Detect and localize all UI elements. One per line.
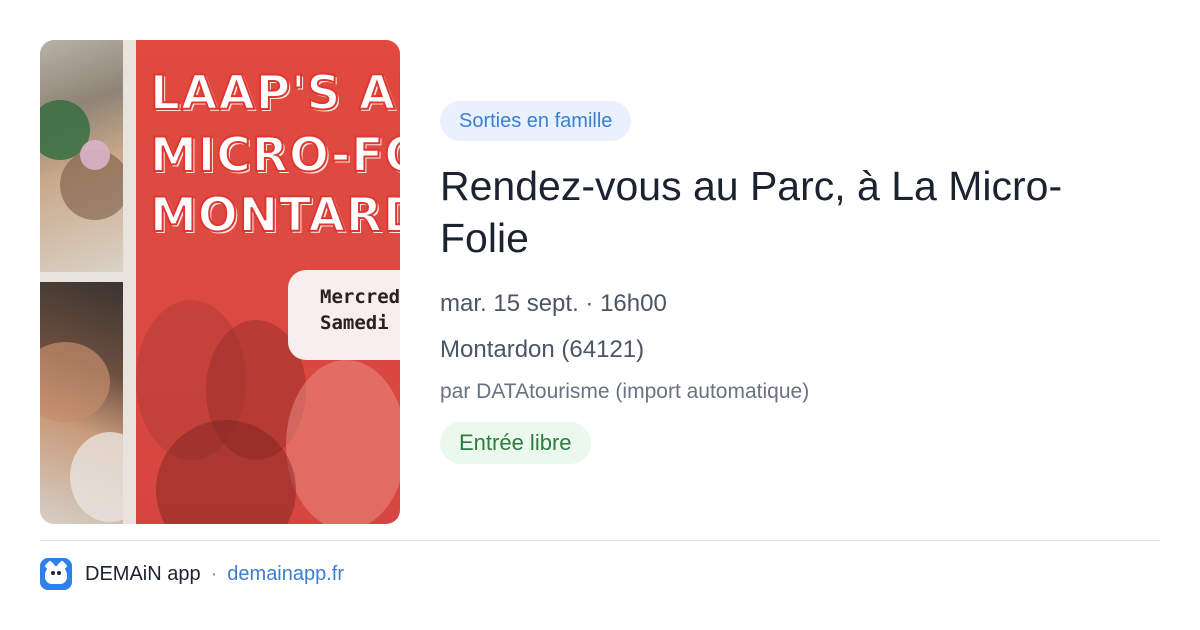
app-url-link[interactable]: demainapp.fr (227, 563, 344, 586)
event-source: par DATAtourisme (import automatique) (440, 380, 810, 403)
photo-strip-top (40, 40, 123, 272)
event-image[interactable]: LAAP'S ART MICRO-FOL MONTARDO Mercred Sa… (40, 40, 400, 524)
category-tag[interactable]: Sorties en famille (440, 101, 632, 141)
event-date: mar. 15 sept. · 16h00 (440, 290, 667, 317)
poster-band-line-1: Mercred (320, 286, 400, 308)
cat-logo-icon (40, 558, 72, 590)
footer: DEMAiN app · demainapp.fr (40, 558, 344, 590)
event-title[interactable]: Rendez-vous au Parc, à La Micro-Folie (440, 160, 1140, 264)
footer-divider (40, 540, 1160, 541)
event-poster: LAAP'S ART MICRO-FOL MONTARDO Mercred Sa… (136, 40, 400, 524)
poster-line-1: LAAP'S ART (149, 66, 400, 121)
footer-separator: · (210, 562, 218, 585)
poster-band-line-2: Samedi S (320, 312, 400, 334)
event-location: Montardon (64121) (440, 336, 645, 363)
photo-strip-bottom (40, 282, 123, 524)
price-badge: Entrée libre (440, 422, 591, 464)
app-name: DEMAiN app (85, 562, 201, 585)
poster-line-3: MONTARDO (149, 188, 400, 243)
poster-line-2: MICRO-FOL (149, 128, 400, 183)
